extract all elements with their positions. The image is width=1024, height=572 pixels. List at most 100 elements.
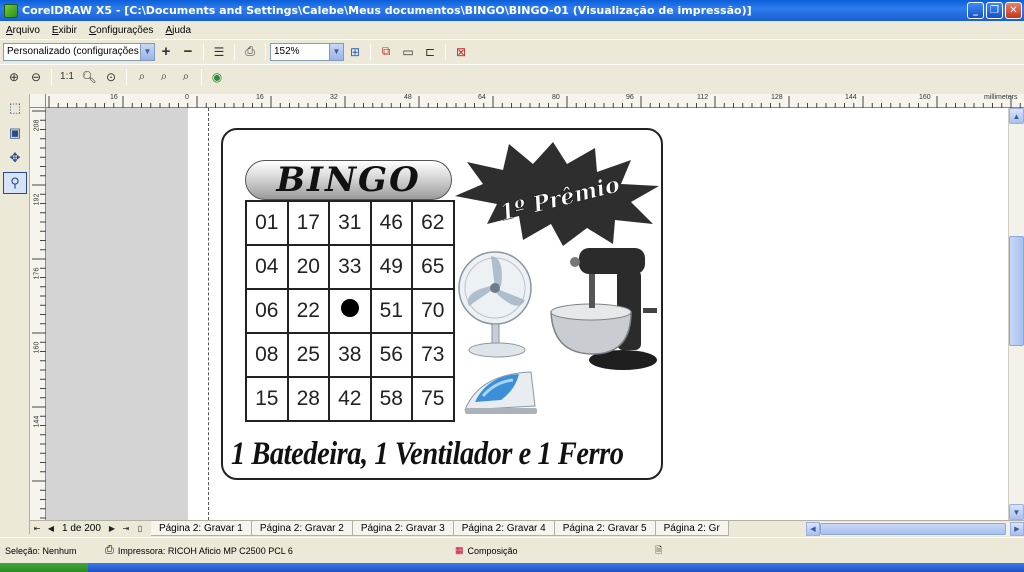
- zoom-tool-icon[interactable]: ⚲: [3, 172, 27, 194]
- printer-status-text: Impressora: RICOH Aficio MP C2500 PCL 6: [117, 545, 293, 556]
- grid-cell: 04: [245, 244, 289, 290]
- minimize-icon: _: [973, 5, 978, 16]
- scroll-up-icon[interactable]: ▲: [1009, 108, 1024, 124]
- zoom-in-icon[interactable]: ⊕: [5, 68, 23, 86]
- close-button[interactable]: ✕: [1005, 2, 1022, 19]
- start-button[interactable]: [0, 563, 88, 572]
- ruler-tick-label: 144: [33, 415, 41, 428]
- page-tab[interactable]: Página 2: Gravar 3: [351, 521, 454, 536]
- page-boundary-line: [208, 108, 209, 520]
- grid-cell: 42: [328, 376, 372, 422]
- scroll-left-icon[interactable]: ◀: [806, 522, 820, 536]
- zoom-value: 152%: [274, 46, 300, 57]
- zoom-select[interactable]: 152% ▼: [270, 42, 344, 61]
- previous-page-icon[interactable]: ◀: [44, 522, 58, 536]
- zoom-to-page-icon[interactable]: ⌕: [133, 68, 151, 86]
- close-preview-icon[interactable]: ⊠: [452, 43, 470, 61]
- vertical-scroll-thumb[interactable]: [1009, 236, 1024, 346]
- last-page-icon[interactable]: ⇥: [119, 522, 133, 536]
- mirror-icon[interactable]: ⊏: [421, 43, 439, 61]
- prize-starburst: 1º Prêmio: [455, 142, 659, 246]
- scroll-down-icon[interactable]: ▼: [1009, 504, 1024, 520]
- chevron-down-icon[interactable]: ▼: [329, 43, 343, 60]
- grid-row: 06 22 51 70: [245, 288, 455, 334]
- scroll-right-icon[interactable]: ▶: [1010, 522, 1024, 536]
- title-bar[interactable]: CorelDRAW X5 - [C:\Documents and Setting…: [0, 0, 1024, 21]
- selection-status-text: Seleção: Nenhum: [5, 545, 77, 556]
- ruler-tick-label: 80: [552, 94, 560, 101]
- grid-cell: 08: [245, 332, 289, 378]
- chevron-down-icon[interactable]: ▼: [140, 43, 154, 60]
- ruler-tick-label: 192: [33, 193, 41, 206]
- minimize-button[interactable]: _: [967, 2, 984, 19]
- vertical-scrollbar[interactable]: ▲ ▼: [1008, 108, 1024, 520]
- grid-cell: 33: [328, 244, 372, 290]
- menu-ajuda[interactable]: Ajuda: [165, 25, 191, 36]
- print-preview-canvas[interactable]: BINGO 1º Prêmio 01 17 31 46 62 04 20 33 …: [46, 108, 1008, 520]
- marks-placement-tool-icon[interactable]: ✥: [3, 147, 27, 169]
- remove-preset-icon[interactable]: −: [179, 43, 197, 61]
- page-tab[interactable]: Página 2: Gravar 4: [452, 521, 555, 536]
- zoom-out-icon[interactable]: ⊖: [27, 68, 45, 86]
- composition-status: ▦ Composição: [450, 545, 650, 556]
- preset-select[interactable]: Personalizado (configurações a... ▼: [3, 42, 155, 61]
- ruler-tick-label: 160: [33, 341, 41, 354]
- pick-tool-icon[interactable]: ⬚: [3, 97, 27, 119]
- grid-cell: 28: [286, 376, 330, 422]
- horizontal-scrollbar[interactable]: ◀ ▶: [806, 522, 1024, 536]
- page-tab[interactable]: Página 2: Gr: [654, 521, 729, 536]
- invert-icon[interactable]: ▭: [399, 43, 417, 61]
- ruler-tick-label: 32: [330, 94, 338, 101]
- bingo-title-banner: BINGO: [245, 160, 452, 200]
- zoom-dialog-icon[interactable]: ◉: [208, 68, 226, 86]
- zoom-to-height-icon[interactable]: ⌕: [177, 68, 195, 86]
- menu-arquivo[interactable]: Arquivo: [6, 25, 40, 36]
- toolbar-divider: [265, 43, 266, 60]
- add-preset-icon[interactable]: +: [157, 43, 175, 61]
- page-tabs: Página 2: Gravar 1 Página 2: Gravar 2 Pá…: [150, 521, 741, 536]
- imposition-layout-tool-icon[interactable]: ▣: [3, 122, 27, 144]
- next-page-icon[interactable]: ▶: [105, 522, 119, 536]
- grid-cell: 20: [286, 244, 330, 290]
- toolbox: ⬚ ▣ ✥ ⚲: [0, 94, 30, 534]
- document-icon: 🗎︎: [655, 544, 663, 555]
- menu-exibir[interactable]: Exibir: [52, 25, 77, 36]
- zoom-to-all-objects-icon[interactable]: ⊙: [102, 68, 120, 86]
- print-separations-icon[interactable]: ⧉: [377, 43, 395, 61]
- ruler-tick-label: 208: [33, 119, 41, 132]
- horizontal-ruler[interactable]: 16 0 16 32 48 64 80 96 112 128 144 160 m…: [46, 94, 1024, 108]
- vertical-ruler[interactable]: 208 192 176 160 144: [30, 108, 46, 534]
- zoom-to-width-icon[interactable]: ⌕: [155, 68, 173, 86]
- menu-configuracoes[interactable]: Configurações: [89, 25, 154, 36]
- bingo-card[interactable]: BINGO 1º Prêmio 01 17 31 46 62 04 20 33 …: [221, 128, 663, 480]
- coreldraw-app-icon[interactable]: [4, 3, 18, 18]
- add-page-icon[interactable]: ▯: [133, 522, 147, 536]
- horizontal-scroll-thumb[interactable]: [820, 523, 1006, 535]
- zoom-to-selected-icon[interactable]: 🔍︎: [80, 68, 98, 86]
- toolbar-divider: [126, 68, 127, 85]
- ruler-tick-label: 0: [185, 94, 189, 101]
- ruler-tick-label: 48: [404, 94, 412, 101]
- vertical-ruler-ticks: [32, 110, 46, 528]
- print-options-icon[interactable]: ☰: [210, 43, 228, 61]
- iron-image: [464, 371, 537, 414]
- coreldraw-window: CorelDRAW X5 - [C:\Documents and Setting…: [0, 0, 1024, 572]
- grid-cell: 38: [328, 332, 372, 378]
- window-title: CorelDRAW X5 - [C:\Documents and Setting…: [22, 4, 752, 17]
- page-tab[interactable]: Página 2: Gravar 1: [150, 521, 252, 536]
- restore-button[interactable]: ❐: [986, 2, 1003, 19]
- ruler-tick-label: 112: [697, 94, 709, 101]
- page-tab[interactable]: Página 2: Gravar 2: [250, 521, 353, 536]
- grid-cell: 49: [369, 244, 413, 290]
- grid-cell: 01: [245, 200, 289, 246]
- page-tab[interactable]: Página 2: Gravar 5: [553, 521, 656, 536]
- zoom-actual-size-icon[interactable]: 1:1: [58, 68, 76, 86]
- preset-value: Personalizado (configurações a...: [7, 46, 141, 57]
- toolbar-divider: [445, 43, 446, 60]
- print-icon[interactable]: ⎙: [241, 43, 259, 61]
- full-screen-preview-icon[interactable]: ⊞: [346, 43, 364, 61]
- grid-row: 04 20 33 49 65: [245, 244, 455, 290]
- ruler-corner[interactable]: [30, 94, 46, 108]
- grid-cell: 58: [369, 376, 413, 422]
- first-page-icon[interactable]: ⇤: [30, 522, 44, 536]
